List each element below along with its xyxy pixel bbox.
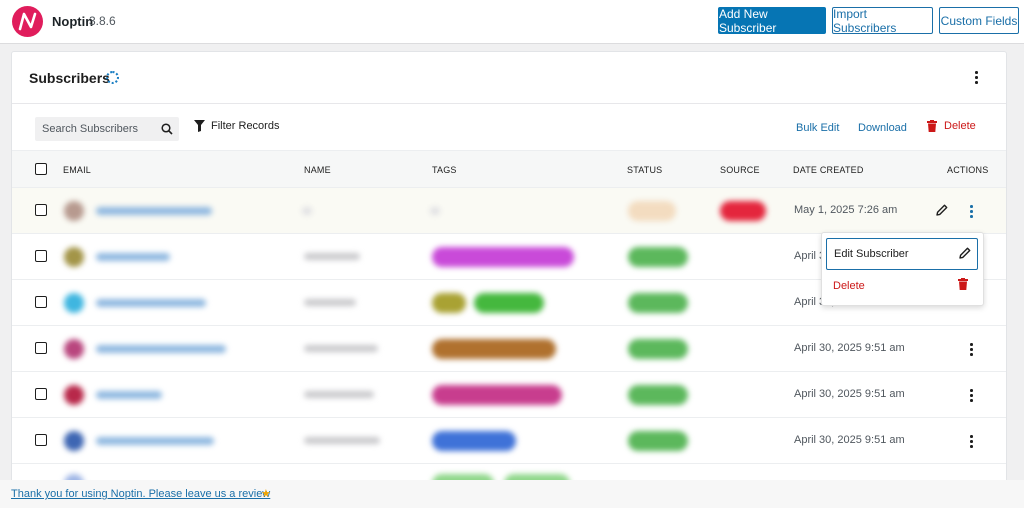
row-checkbox[interactable]: [35, 204, 47, 216]
more-vertical-icon[interactable]: [969, 69, 983, 85]
source-badge: [720, 201, 766, 221]
tag-badge: [432, 385, 562, 405]
pencil-icon: [959, 247, 971, 262]
column-actions: ACTIONS: [947, 165, 989, 175]
tag-badge: [432, 339, 556, 359]
table-row[interactable]: May 1, 2025 7:26 am: [12, 187, 1006, 233]
status-badge: [628, 201, 676, 221]
column-source[interactable]: SOURCE: [720, 165, 760, 175]
tag-badge: [474, 293, 544, 313]
status-badge: [628, 293, 688, 313]
row-more-vertical-icon[interactable]: [964, 341, 978, 357]
avatar: [64, 339, 84, 359]
row-checkbox[interactable]: [35, 250, 47, 262]
search-icon[interactable]: [161, 123, 173, 138]
avatar: [64, 431, 84, 451]
row-actions-menu: Edit Subscriber Delete: [821, 232, 984, 306]
subscriber-name: [304, 437, 380, 444]
page-title: Subscribers: [29, 70, 110, 86]
app-version: 3.8.6: [89, 14, 116, 28]
edit-subscriber-label: Edit Subscriber: [834, 248, 909, 260]
tag-badge: [432, 431, 516, 451]
row-more-vertical-icon[interactable]: [964, 387, 978, 403]
row-checkbox[interactable]: [35, 296, 47, 308]
tag-badge: [432, 293, 466, 313]
column-name[interactable]: NAME: [304, 165, 331, 175]
date-created: April 30, 2025 9:51 am: [794, 342, 905, 354]
review-link[interactable]: Thank you for using Noptin. Please leave…: [11, 488, 270, 500]
filter-icon: [194, 120, 205, 132]
pencil-icon[interactable]: [936, 204, 948, 219]
email-link[interactable]: [96, 207, 212, 215]
filter-records-button[interactable]: Filter Records: [194, 120, 279, 132]
email-link[interactable]: [96, 391, 162, 399]
table-row[interactable]: April 30, 2025 9:51 am: [12, 325, 1006, 371]
avatar: [64, 293, 84, 313]
email-link[interactable]: [96, 253, 170, 261]
status-badge: [628, 385, 688, 405]
column-tags: TAGS: [432, 165, 457, 175]
email-link[interactable]: [96, 437, 214, 445]
trash-icon: [927, 120, 937, 132]
add-new-subscriber-button[interactable]: Add New Subscriber: [718, 7, 826, 35]
row-checkbox[interactable]: [35, 388, 47, 400]
delete-button[interactable]: Delete: [927, 120, 976, 132]
column-status[interactable]: STATUS: [627, 165, 662, 175]
filter-label: Filter Records: [211, 120, 280, 132]
bulk-edit-link[interactable]: Bulk Edit: [796, 122, 839, 134]
table-row[interactable]: April 30, 2025 9:51 am: [12, 417, 1006, 463]
footer: Thank you for using Noptin. Please leave…: [0, 480, 1024, 508]
row-more-vertical-icon[interactable]: [964, 433, 978, 449]
subscriber-name: [304, 253, 360, 260]
import-subscribers-button[interactable]: Import Subscribers: [832, 7, 933, 35]
tag-badge: [432, 247, 574, 267]
column-email[interactable]: EMAIL: [63, 165, 91, 175]
row-more-vertical-icon[interactable]: [964, 203, 978, 219]
avatar: [64, 385, 84, 405]
status-badge: [628, 339, 688, 359]
row-checkbox[interactable]: [35, 434, 47, 446]
app-name: Noptin: [52, 14, 94, 29]
status-badge: [628, 247, 688, 267]
star-icon: ★: [261, 488, 271, 500]
avatar: [64, 247, 84, 267]
select-all-checkbox[interactable]: [35, 163, 47, 175]
date-created: May 1, 2025 7:26 am: [794, 204, 898, 216]
trash-icon[interactable]: [958, 278, 968, 293]
custom-fields-button[interactable]: Custom Fields: [939, 7, 1019, 34]
date-created: April 30, 2025 9:51 am: [794, 388, 905, 400]
download-link[interactable]: Download: [858, 122, 907, 134]
table-row[interactable]: April 30, 2025 9:51 am: [12, 371, 1006, 417]
card-header: Subscribers: [12, 52, 1006, 104]
subscriber-name: [304, 299, 356, 306]
row-checkbox[interactable]: [35, 342, 47, 354]
delete-label: Delete: [944, 120, 976, 132]
search-input[interactable]: Search Subscribers: [35, 117, 179, 141]
spinner-icon: [106, 71, 119, 84]
column-date-created[interactable]: DATE CREATED: [793, 165, 864, 175]
email-link[interactable]: [96, 299, 206, 307]
delete-menu-item[interactable]: Delete: [833, 280, 865, 292]
search-placeholder: Search Subscribers: [42, 123, 138, 135]
noptin-logo-icon: [12, 6, 43, 37]
status-badge: [628, 431, 688, 451]
date-created: April 30, 2025 9:51 am: [794, 434, 905, 446]
subscriber-name: [304, 345, 378, 352]
table-header: EMAIL NAME TAGS STATUS SOURCE DATE CREAT…: [12, 150, 1006, 187]
name-placeholder: [302, 207, 312, 215]
email-link[interactable]: [96, 345, 226, 353]
toolbar: Search Subscribers Filter Records Bulk E…: [12, 104, 1006, 150]
subscriber-name: [304, 391, 374, 398]
edit-subscriber-menu-item[interactable]: Edit Subscriber: [826, 238, 978, 270]
top-bar: Noptin 3.8.6 Add New Subscriber Import S…: [0, 0, 1024, 44]
avatar: [64, 201, 84, 221]
tags-placeholder: [430, 207, 440, 215]
